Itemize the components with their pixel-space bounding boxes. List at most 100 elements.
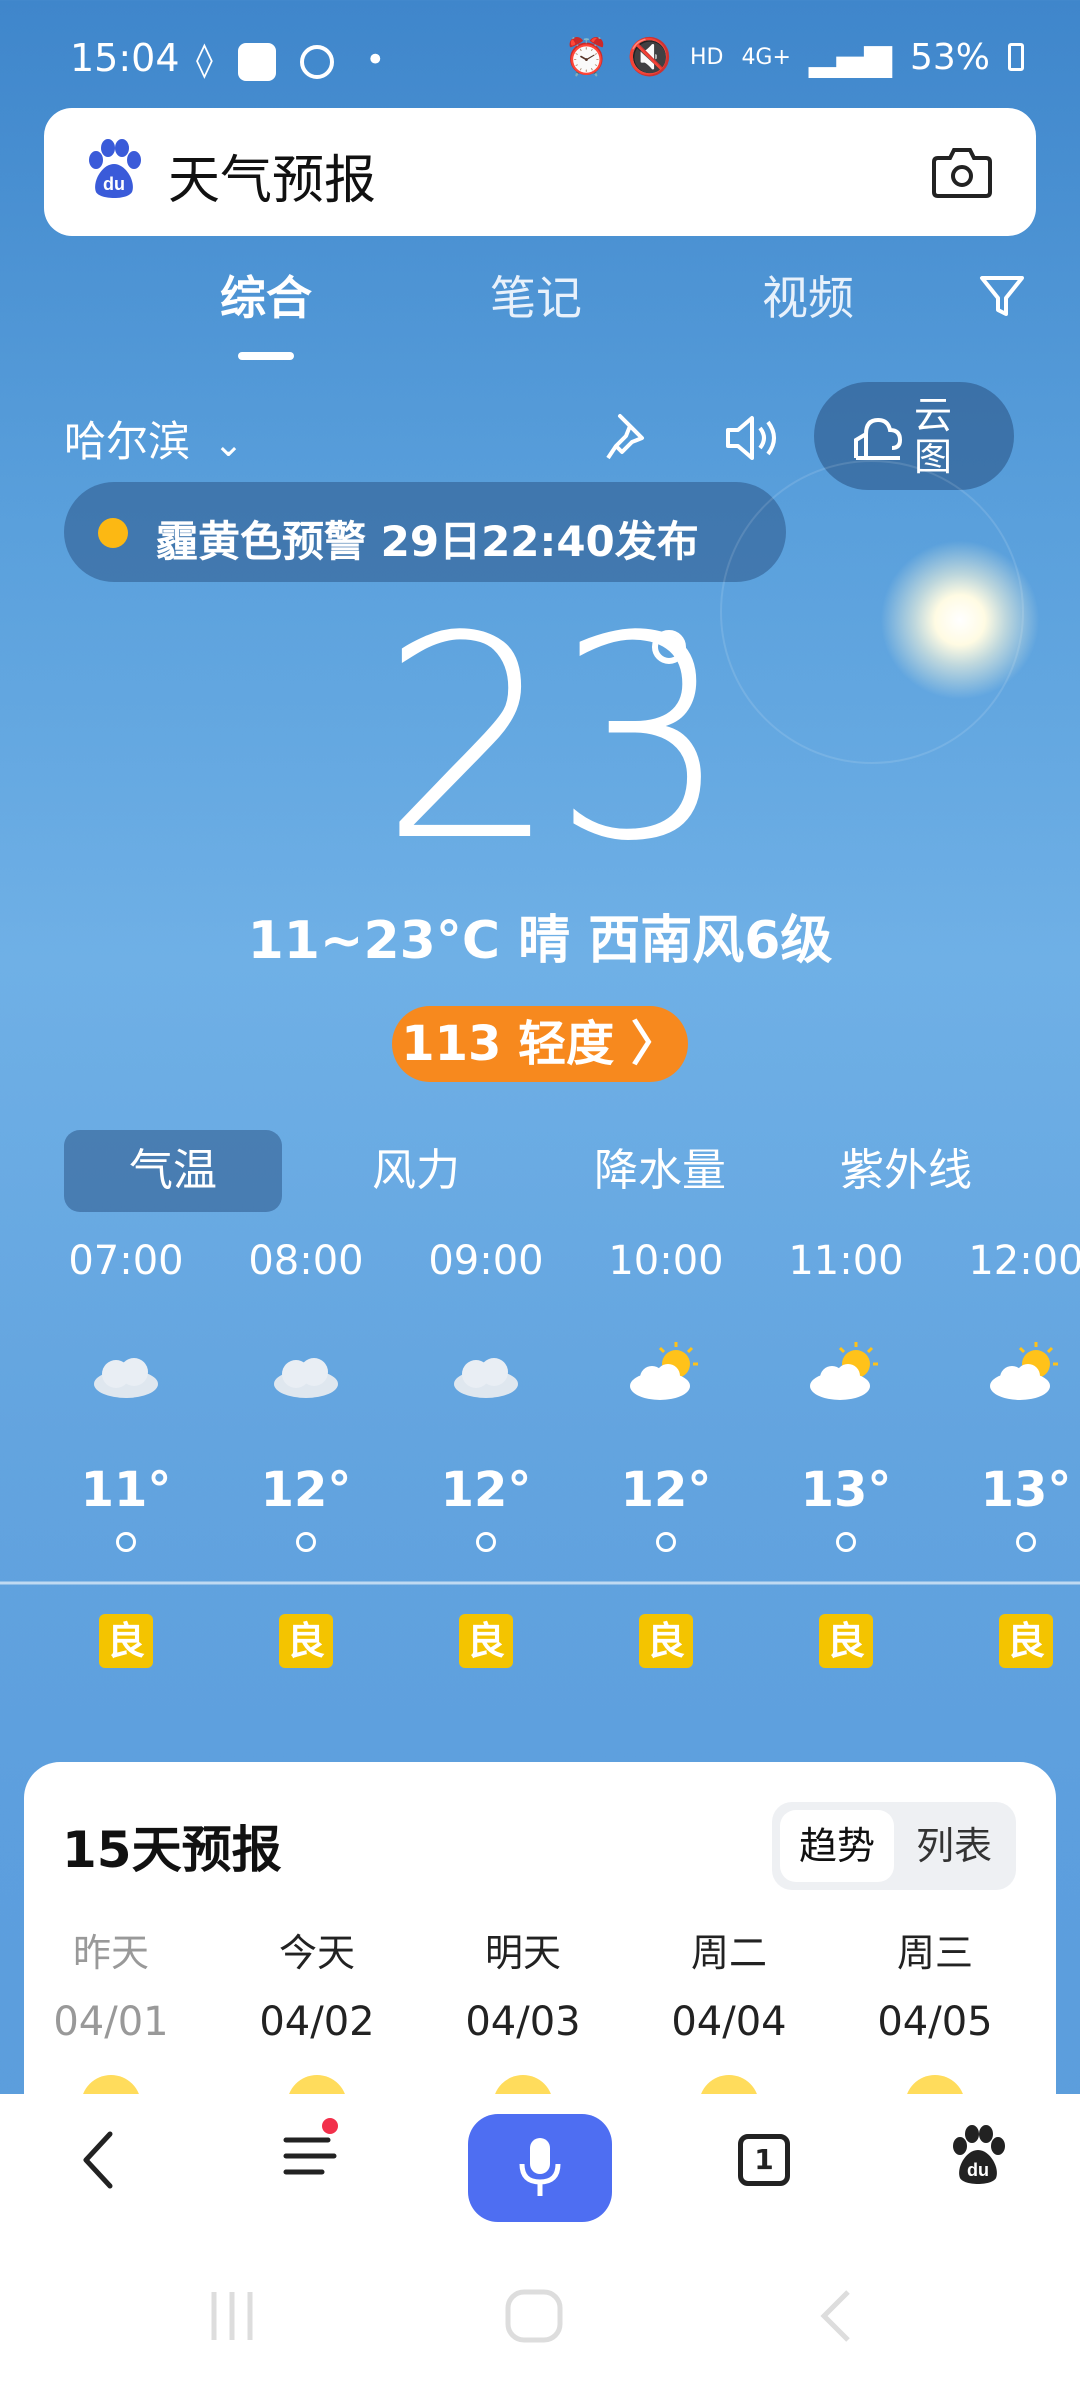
day-name: 周二 (690, 1931, 767, 1975)
segment-uv[interactable]: 紫外线 (806, 1130, 1006, 1212)
air-quality-badge: 良 (999, 1614, 1053, 1668)
chevron-down-icon: ⌄ (213, 424, 244, 465)
chrome-icon (300, 44, 335, 79)
pin-icon[interactable] (602, 408, 650, 464)
day-name: 今天 (278, 1931, 355, 1975)
trend-point (1016, 1532, 1036, 1552)
cloudy-icon (266, 1342, 346, 1402)
svg-text:du: du (967, 2160, 989, 2180)
partly-sunny-icon (986, 1342, 1066, 1402)
hourly-item: 09:00 12° 良 (396, 1238, 576, 1668)
temperature-trend-line (0, 1581, 1080, 1585)
hourly-item: 08:00 12° 良 (216, 1238, 396, 1668)
camera-icon[interactable] (932, 144, 992, 200)
segment-wind[interactable]: 风力 (316, 1130, 516, 1212)
hour-temperature: 12° (440, 1462, 532, 1518)
day-date: 04/01 (53, 1999, 169, 2045)
hour-time: 10:00 (608, 1238, 724, 1284)
partly-sunny-icon (626, 1342, 706, 1402)
voice-search-button[interactable] (468, 2114, 612, 2222)
city-selector[interactable]: 哈尔滨 ⌄ (64, 408, 244, 469)
cloud-map-icon (854, 417, 903, 460)
segment-precipitation[interactable]: 降水量 (560, 1130, 760, 1212)
view-toggle: 趋势 列表 (772, 1802, 1016, 1890)
hourly-item: 10:00 12° 良 (576, 1238, 756, 1668)
segment-temperature[interactable]: 气温 (64, 1130, 282, 1212)
air-quality-badge: 良 (279, 1614, 333, 1668)
aqi-badge[interactable]: 113 轻度 〉 (392, 1006, 688, 1082)
forecast-day[interactable]: 今天 04/02 (232, 1922, 402, 2105)
forecast-day[interactable]: 周二 04/04 (644, 1922, 814, 2105)
hourly-item: 07:00 11° 良 (36, 1238, 216, 1668)
baidu-paw-icon[interactable]: du (946, 2124, 1010, 2188)
home-icon[interactable] (504, 2288, 564, 2344)
hour-temperature: 11° (80, 1462, 172, 1518)
forecast-day[interactable]: 明天 04/03 (438, 1922, 608, 2105)
tab-video[interactable]: 视频 (762, 262, 854, 328)
weather-alert[interactable]: 霾黄色预警 29日22:40发布 (64, 482, 786, 582)
cloudy-icon (446, 1342, 526, 1402)
hour-time: 08:00 (248, 1238, 364, 1284)
day-date: 04/02 (259, 1999, 375, 2045)
mic-icon (519, 2138, 561, 2196)
status-notification-icons: ◊ • (196, 40, 385, 81)
alert-indicator (98, 518, 128, 548)
hour-time: 12:00 (968, 1238, 1080, 1284)
status-bar: 15:04 ◊ • ⏰ 🔇 HD 4G+ ▂▄▆ 53% (0, 0, 1080, 100)
forecast-day[interactable]: 周三 04/05 (850, 1922, 1020, 2105)
day-date: 04/03 (465, 1999, 581, 2045)
tab-comprehensive[interactable]: 综合 (220, 262, 312, 328)
signal-icon: ▂▄▆ (808, 36, 892, 78)
location-icon: ◊ (196, 40, 213, 80)
search-tabs: 综合 笔记 视频 (0, 262, 1080, 362)
hourly-item: 11:00 13° 良 (756, 1238, 936, 1668)
network-label: 4G+ (741, 44, 791, 70)
svg-text:du: du (103, 174, 125, 194)
status-time: 15:04 (70, 36, 180, 80)
day-date: 04/05 (877, 1999, 993, 2045)
tab-notes[interactable]: 笔记 (490, 262, 582, 328)
recents-icon[interactable] (204, 2288, 260, 2344)
back-icon[interactable] (78, 2128, 118, 2192)
speaker-icon[interactable] (722, 410, 782, 466)
air-quality-badge: 良 (99, 1614, 153, 1668)
trend-point (296, 1532, 316, 1552)
filter-icon[interactable] (978, 272, 1026, 320)
air-quality-badge: 良 (459, 1614, 513, 1668)
system-nav-bar (0, 2224, 1080, 2400)
toggle-list[interactable]: 列表 (900, 1810, 1008, 1882)
air-quality-badge: 良 (819, 1614, 873, 1668)
trend-point (476, 1532, 496, 1552)
tabs-icon[interactable]: 1 (738, 2134, 790, 2186)
day-name: 周三 (896, 1931, 973, 1975)
cloud-map-label: 云图 (914, 393, 953, 479)
cloudy-icon (86, 1342, 166, 1402)
battery-icon (1008, 43, 1024, 71)
hour-time: 11:00 (788, 1238, 904, 1284)
forecast-title: 15天预报 (62, 1821, 282, 1879)
hour-temperature: 12° (620, 1462, 712, 1518)
air-quality-badge: 良 (639, 1614, 693, 1668)
trend-point (116, 1532, 136, 1552)
forecast-day[interactable]: 昨天 04/01 (26, 1922, 196, 2105)
search-bar[interactable]: du 天气预报 (44, 108, 1036, 236)
degree-symbol (652, 630, 686, 664)
toggle-trend[interactable]: 趋势 (780, 1810, 894, 1882)
search-query[interactable]: 天气预报 (168, 138, 376, 213)
weather-summary: 11~23°C 晴 西南风6级 (247, 911, 833, 971)
baidu-paw-icon: du (89, 139, 141, 198)
hour-temperature: 13° (800, 1462, 892, 1518)
hd-label: HD (689, 44, 724, 70)
battery-text: 53% (909, 36, 990, 78)
city-name: 哈尔滨 (64, 417, 191, 466)
hourly-item: 12:00 13° 良 (936, 1238, 1080, 1668)
alarm-icon: ⏰ (564, 37, 610, 78)
hour-time: 07:00 (68, 1238, 184, 1284)
day-name: 昨天 (72, 1931, 149, 1975)
menu-icon[interactable] (282, 2118, 342, 2188)
hour-temperature: 12° (260, 1462, 352, 1518)
hour-temperature: 13° (980, 1462, 1072, 1518)
system-back-icon[interactable] (816, 2288, 856, 2344)
status-dot: • (365, 40, 386, 80)
trend-point (656, 1532, 676, 1552)
